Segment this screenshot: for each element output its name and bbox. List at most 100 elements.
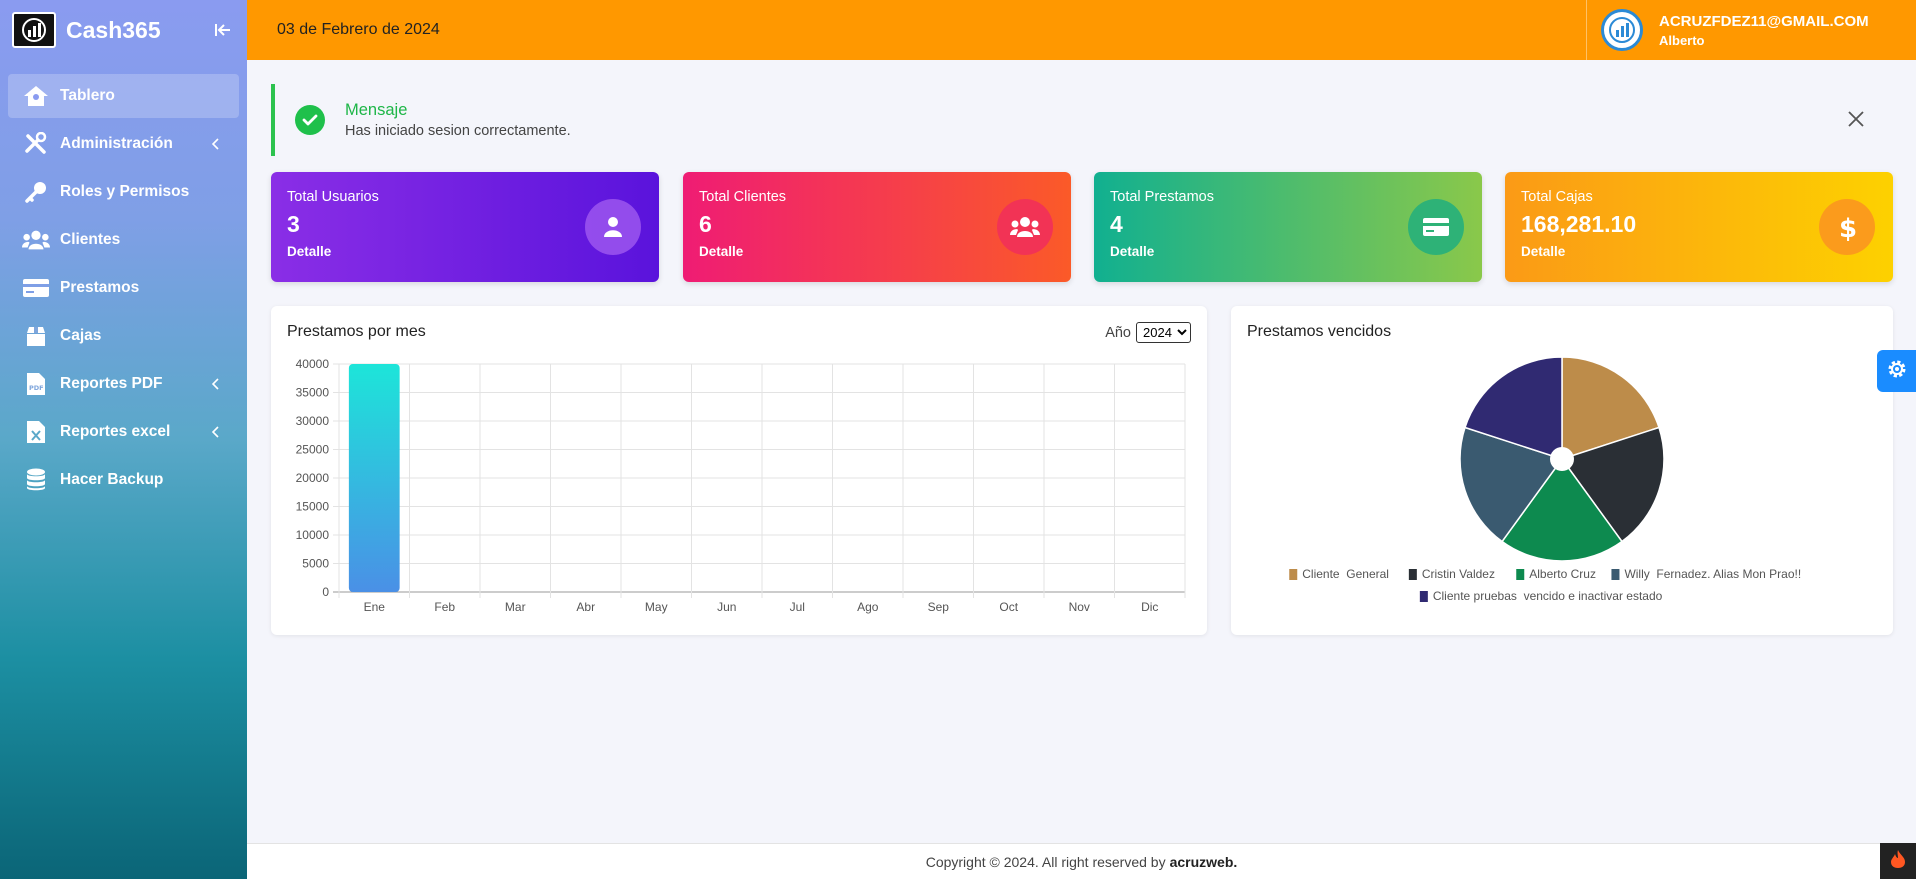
y-tick-label: 30000	[296, 414, 330, 428]
year-label: Año	[1105, 324, 1131, 341]
card-detail-link[interactable]: Detalle	[287, 244, 643, 259]
sidebar-nav: Tablero Administración Roles y Permisos …	[0, 60, 247, 502]
legend-swatch	[1408, 569, 1417, 580]
sidebar-item-reportes-pdf[interactable]: PDF Reportes PDF	[8, 362, 239, 406]
sidebar-item-cajas[interactable]: Cajas	[8, 314, 239, 358]
users-icon	[997, 199, 1053, 255]
legend-label: Willy Fernadez. Alias Mon Prao!!	[1624, 567, 1801, 581]
success-alert: Mensaje Has iniciado sesion correctament…	[271, 84, 1893, 156]
x-tick-label: Dic	[1141, 600, 1158, 614]
legend-label: Cristin Valdez	[1422, 567, 1495, 581]
x-tick-label: Sep	[928, 600, 950, 614]
card-total-cajas[interactable]: Total Cajas 168,281.10 Detalle $	[1505, 172, 1893, 282]
gear-icon	[1886, 358, 1908, 385]
y-tick-label: 20000	[296, 471, 330, 485]
tools-icon	[22, 132, 50, 156]
brand-logo[interactable]	[12, 12, 56, 48]
current-date: 03 de Febrero de 2024	[277, 21, 440, 38]
svg-text:$: $	[1839, 214, 1856, 241]
sidebar-item-label: Roles y Permisos	[60, 183, 190, 200]
chevron-left-icon	[211, 138, 225, 150]
footer-brand-link[interactable]: acruzweb.	[1170, 854, 1238, 870]
collapse-sidebar-icon[interactable]	[211, 18, 235, 42]
sidebar-item-label: Reportes PDF	[60, 375, 163, 392]
x-tick-label: Nov	[1069, 600, 1090, 614]
sidebar-item-roles[interactable]: Roles y Permisos	[8, 170, 239, 214]
card-label: Total Usuarios	[287, 189, 379, 205]
y-tick-label: 40000	[296, 357, 330, 371]
user-icon	[585, 199, 641, 255]
alert-title: Mensaje	[345, 101, 408, 119]
x-tick-label: Ago	[857, 600, 879, 614]
topbar: 03 de Febrero de 2024 ACRUZFDEZ11@GMAIL.…	[247, 0, 1916, 60]
svg-text:PDF: PDF	[29, 384, 44, 392]
sidebar-item-clientes[interactable]: Clientes	[8, 218, 239, 262]
user-email: ACRUZFDEZ11@GMAIL.COM	[1659, 12, 1869, 30]
legend-swatch	[1419, 591, 1428, 602]
home-icon	[22, 84, 50, 108]
fire-button[interactable]	[1880, 843, 1916, 879]
legend-swatch	[1516, 569, 1525, 580]
y-tick-label: 35000	[296, 386, 330, 400]
y-tick-label: 5000	[302, 557, 329, 571]
card-total-usuarios[interactable]: Total Usuarios 3 Detalle	[271, 172, 659, 282]
footer-copyright: Copyright © 2024. All right reserved by	[925, 853, 1166, 870]
y-tick-label: 25000	[296, 443, 330, 457]
sidebar-item-tablero[interactable]: Tablero	[8, 74, 239, 118]
bar	[348, 364, 400, 592]
x-tick-label: Jun	[717, 600, 736, 614]
dollar-icon: $	[1819, 199, 1875, 255]
x-tick-label: May	[645, 600, 668, 614]
bar-chart-panel: 0 5000 10000 15000 20000 25000 30000 35000 40000…	[271, 306, 1207, 635]
brand-name: Cash365	[66, 16, 161, 43]
sidebar-item-label: Tablero	[60, 87, 115, 104]
card-detail-link[interactable]: Detalle	[699, 244, 1055, 259]
card-total-prestamos[interactable]: Total Prestamos 4 Detalle	[1094, 172, 1482, 282]
settings-gear-button[interactable]	[1877, 350, 1916, 392]
card-total-clientes[interactable]: Total Clientes 6 Detalle	[683, 172, 1071, 282]
legend-label: Cliente General	[1302, 567, 1389, 581]
credit-card-icon	[1408, 199, 1464, 255]
sidebar: Cash365 Tablero Administración Roles y P…	[0, 0, 247, 879]
x-tick-label: Ene	[364, 600, 386, 614]
y-tick-label: 15000	[296, 500, 330, 514]
sidebar-item-administracion[interactable]: Administración	[8, 122, 239, 166]
chevron-left-icon	[211, 426, 225, 438]
panel-title: Prestamos vencidos	[1247, 323, 1392, 340]
legend-swatch	[1611, 569, 1620, 580]
x-tick-label: Jul	[790, 600, 805, 614]
key-icon	[22, 180, 50, 204]
box-icon	[22, 324, 50, 348]
card-detail-link[interactable]: Detalle	[1110, 244, 1466, 259]
sidebar-item-label: Cajas	[60, 327, 102, 344]
pie-chart: Cliente General Cristin Valdez Alberto Cru…	[1289, 356, 1801, 603]
sidebar-item-backup[interactable]: Hacer Backup	[8, 458, 239, 502]
credit-card-icon	[22, 276, 50, 300]
sidebar-item-reportes-excel[interactable]: Reportes excel	[8, 410, 239, 454]
pie-center	[1550, 447, 1574, 471]
sidebar-item-label: Hacer Backup	[60, 471, 164, 488]
legend-label: Alberto Cruz	[1529, 567, 1596, 581]
sidebar-item-label: Clientes	[60, 231, 121, 248]
close-icon[interactable]	[1847, 110, 1867, 130]
card-detail-link[interactable]: Detalle	[1521, 244, 1877, 259]
pie-chart-panel: Cliente General Cristin Valdez Alberto Cru…	[1231, 306, 1893, 635]
bar-chart: 0 5000 10000 15000 20000 25000 30000 35000 40000…	[296, 357, 1186, 614]
x-tick-label: Feb	[434, 600, 455, 614]
card-label: Total Prestamos	[1110, 189, 1214, 205]
x-tick-label: Abr	[576, 600, 595, 614]
user-info: ACRUZFDEZ11@GMAIL.COM Alberto	[1659, 13, 1869, 48]
brand: Cash365	[0, 0, 247, 60]
avatar[interactable]	[1601, 9, 1643, 51]
x-tick-label: Mar	[505, 600, 526, 614]
year-select[interactable]: 2024	[1136, 322, 1191, 343]
user-menu[interactable]: ACRUZFDEZ11@GMAIL.COM Alberto	[1586, 0, 1916, 60]
footer: Copyright © 2024. All right reserved by …	[247, 843, 1916, 879]
sidebar-item-label: Reportes excel	[60, 423, 171, 440]
sidebar-item-prestamos[interactable]: Prestamos	[8, 266, 239, 310]
pdf-file-icon: PDF	[22, 372, 50, 396]
x-tick-label: Oct	[999, 600, 1018, 614]
chevron-left-icon	[211, 378, 225, 390]
check-circle-icon	[295, 105, 325, 135]
legend-label: Cliente pruebas vencido e inactivar esta…	[1433, 589, 1663, 603]
